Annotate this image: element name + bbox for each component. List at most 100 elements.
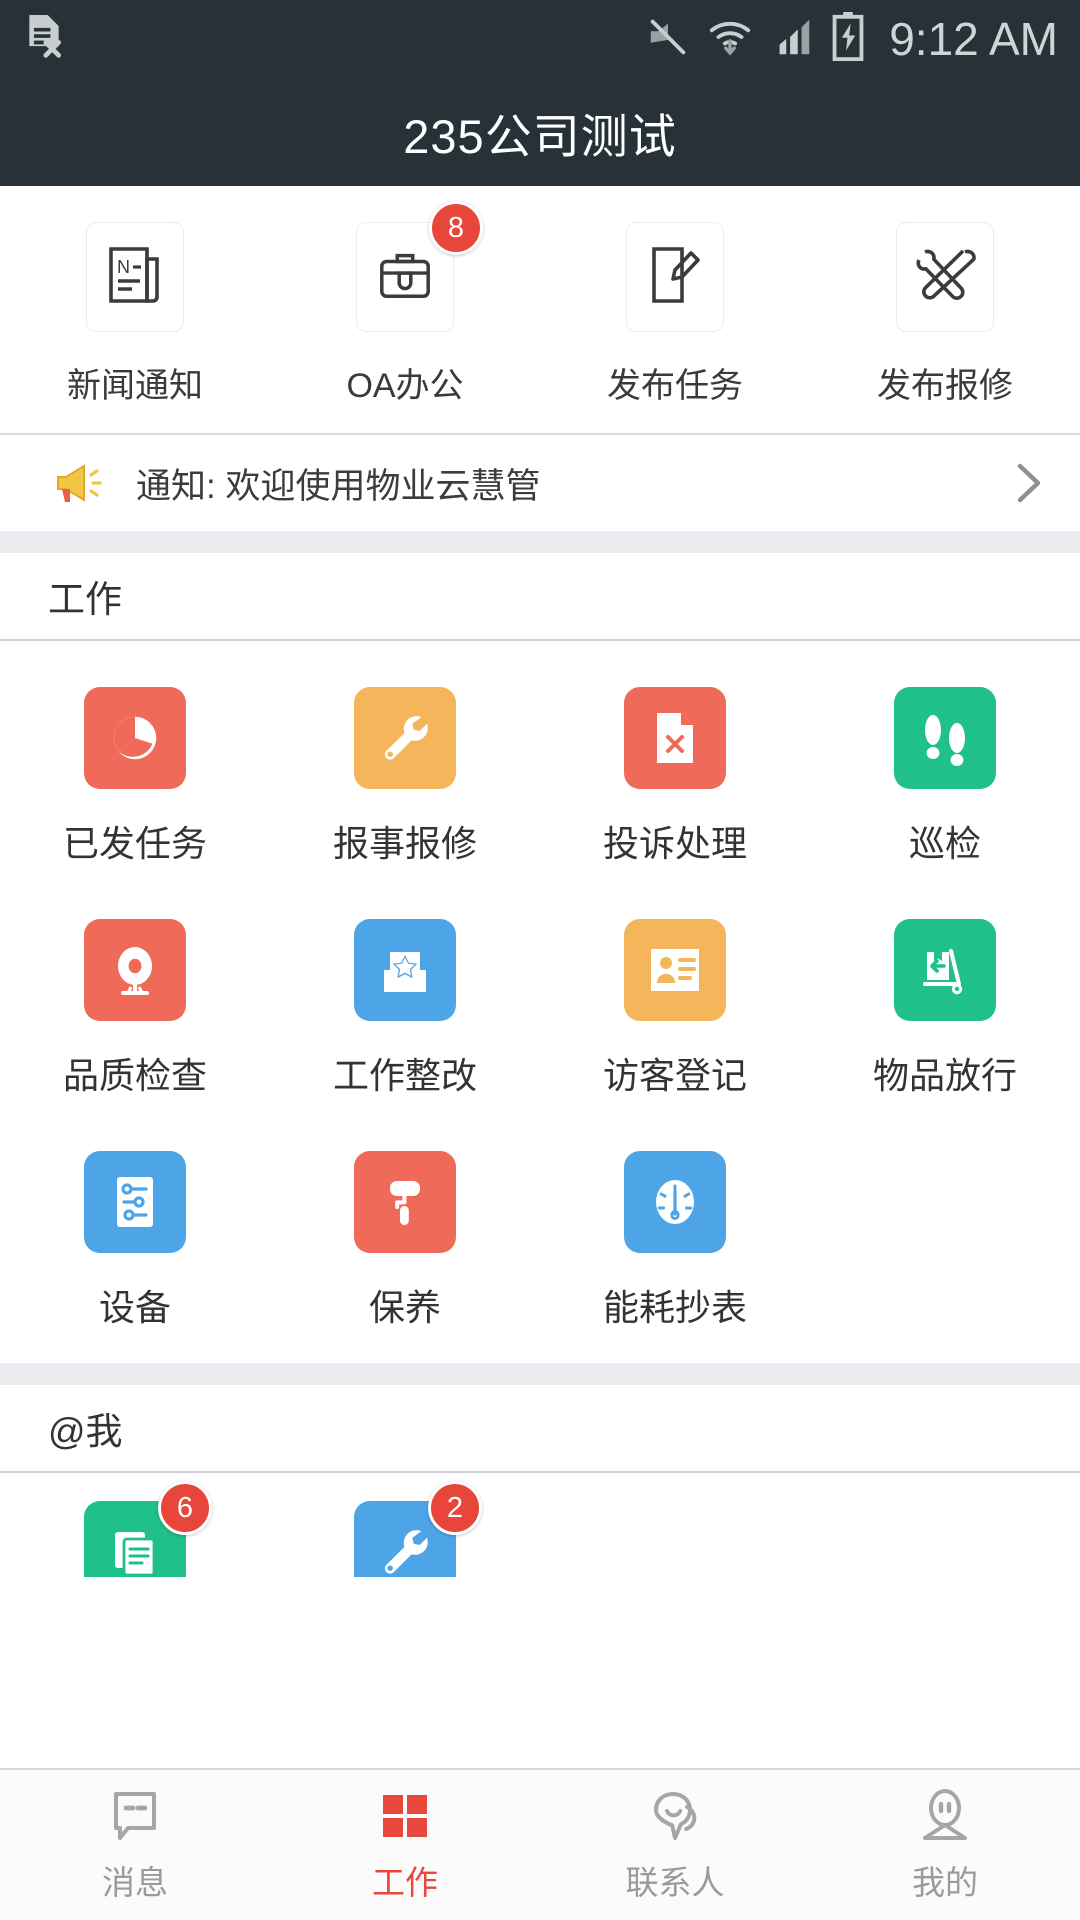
- wifi-icon: [707, 14, 753, 65]
- app-item-equipment[interactable]: 设备: [0, 1125, 270, 1357]
- status-bar: 9:12 AM: [0, 0, 1080, 78]
- app-item-maintenance[interactable]: 保养: [270, 1125, 540, 1357]
- app-tile[interactable]: 2: [354, 1481, 482, 1577]
- megaphone-icon: [52, 460, 106, 506]
- quick-action-row: N 新闻通知 8 OA办公 发布任务 发布报修: [0, 186, 1080, 433]
- app-item-quality-check[interactable]: 品质检查: [0, 893, 270, 1125]
- footprints-icon: [919, 710, 971, 766]
- app-label: 已发任务: [62, 823, 207, 864]
- quick-action-tile[interactable]: 8: [356, 201, 483, 332]
- app-item-sent-tasks[interactable]: 已发任务: [0, 661, 270, 893]
- section-header-atme: @我: [0, 1385, 1080, 1473]
- quick-action-tile[interactable]: [626, 222, 724, 332]
- tab-label: 我的: [912, 1864, 978, 1901]
- app-item-report-repair[interactable]: 报事报修: [270, 661, 540, 893]
- pie-chart-icon: [106, 709, 164, 767]
- sliders-icon: [111, 1173, 159, 1231]
- documents-icon: [109, 1526, 161, 1577]
- contacts-icon: [647, 1786, 703, 1844]
- status-bar-right: 9:12 AM: [645, 11, 1058, 67]
- sim-card-error-icon: [22, 11, 66, 68]
- app-item-work-rectify[interactable]: 工作整改: [270, 893, 540, 1125]
- chat-bubble-icon: [108, 1786, 162, 1844]
- status-badge: 2: [428, 1481, 482, 1535]
- app-label: 巡检: [908, 823, 981, 864]
- camera-dome-icon: [108, 942, 162, 998]
- app-title-bar: 235公司测试: [0, 78, 1080, 186]
- section-gap-band: [0, 531, 1080, 553]
- id-card-icon: [647, 945, 703, 995]
- app-item-inspection[interactable]: 巡检: [810, 661, 1080, 893]
- app-tile[interactable]: [624, 1151, 726, 1253]
- hand-truck-icon: [917, 942, 973, 998]
- status-badge: 6: [158, 1481, 212, 1535]
- tab-label: 工作: [372, 1864, 438, 1901]
- app-label: 保养: [368, 1287, 441, 1328]
- app-tile[interactable]: [354, 687, 456, 789]
- section-gap-band: [0, 1363, 1080, 1385]
- app-item-atme-repair[interactable]: 2: [270, 1481, 540, 1577]
- app-item-visitor-register[interactable]: 访客登记: [540, 893, 810, 1125]
- quick-action-oa[interactable]: 8 OA办公: [270, 201, 540, 407]
- quick-action-label: OA办公: [346, 367, 464, 405]
- app-item-empty: [810, 1497, 1080, 1577]
- app-tile[interactable]: [894, 687, 996, 789]
- app-tile[interactable]: [354, 1151, 456, 1253]
- page-title: 235公司测试: [403, 109, 677, 163]
- app-item-atme-documents[interactable]: 6: [0, 1481, 270, 1577]
- quick-action-label: 发布报修: [877, 367, 1013, 405]
- app-label: 报事报修: [332, 823, 477, 864]
- tools-icon: [913, 244, 977, 311]
- app-item-energy-meter[interactable]: 能耗抄表: [540, 1125, 810, 1357]
- app-label: 工作整改: [332, 1055, 477, 1096]
- quick-action-tile[interactable]: [896, 222, 994, 332]
- wrench-icon: [378, 711, 432, 765]
- briefcase-icon: [374, 246, 436, 309]
- star-bag-icon: [378, 942, 432, 998]
- app-tile[interactable]: [354, 919, 456, 1021]
- app-tile[interactable]: [84, 1151, 186, 1253]
- tab-contacts[interactable]: 联系人: [540, 1770, 810, 1920]
- news-icon: N: [107, 243, 163, 312]
- work-app-grid: 已发任务 报事报修 投诉处理 巡检 品质检查 工作整改 访客登记 物品放行 设备…: [0, 641, 1080, 1363]
- app-item-complaint[interactable]: 投诉处理: [540, 661, 810, 893]
- quick-action-news[interactable]: N 新闻通知: [0, 222, 270, 407]
- tab-label: 消息: [102, 1864, 168, 1901]
- app-tile[interactable]: [624, 687, 726, 789]
- atme-app-grid: 6 2: [0, 1473, 1080, 1577]
- app-label: 品质检查: [62, 1055, 207, 1096]
- app-tile[interactable]: [84, 919, 186, 1021]
- battery-charging-icon: [831, 11, 865, 67]
- quick-action-publish-task[interactable]: 发布任务: [540, 222, 810, 407]
- status-badge: 8: [429, 201, 483, 255]
- quick-action-publish-repair[interactable]: 发布报修: [810, 222, 1080, 407]
- bottom-tab-bar: 消息 工作 联系人 我的: [0, 1768, 1080, 1920]
- app-item-empty: [810, 1125, 1080, 1357]
- person-icon: [918, 1786, 972, 1844]
- signal-icon: [769, 14, 815, 65]
- grid-squares-icon: [379, 1786, 431, 1844]
- quick-action-label: 新闻通知: [67, 367, 203, 405]
- app-label: 能耗抄表: [602, 1287, 747, 1328]
- tab-messages[interactable]: 消息: [0, 1770, 270, 1920]
- quick-action-tile[interactable]: N: [86, 222, 184, 332]
- app-tile[interactable]: [84, 687, 186, 789]
- app-label: 投诉处理: [602, 823, 747, 864]
- mute-icon: [645, 14, 691, 65]
- wrench-icon: [378, 1525, 432, 1577]
- tab-work[interactable]: 工作: [270, 1770, 540, 1920]
- paint-roller-icon: [378, 1173, 432, 1231]
- status-bar-left: [22, 11, 66, 68]
- gauge-icon: [648, 1173, 702, 1231]
- app-tile[interactable]: 6: [84, 1481, 212, 1577]
- app-label: 物品放行: [872, 1055, 1017, 1096]
- chevron-right-icon[interactable]: [1012, 460, 1046, 506]
- quick-action-label: 发布任务: [607, 367, 743, 405]
- tab-profile[interactable]: 我的: [810, 1770, 1080, 1920]
- app-tile[interactable]: [624, 919, 726, 1021]
- section-header-work: 工作: [0, 553, 1080, 641]
- app-item-goods-release[interactable]: 物品放行: [810, 893, 1080, 1125]
- edit-document-icon: [646, 243, 704, 312]
- notice-banner[interactable]: 通知: 欢迎使用物业云慧管: [0, 435, 1080, 531]
- app-tile[interactable]: [894, 919, 996, 1021]
